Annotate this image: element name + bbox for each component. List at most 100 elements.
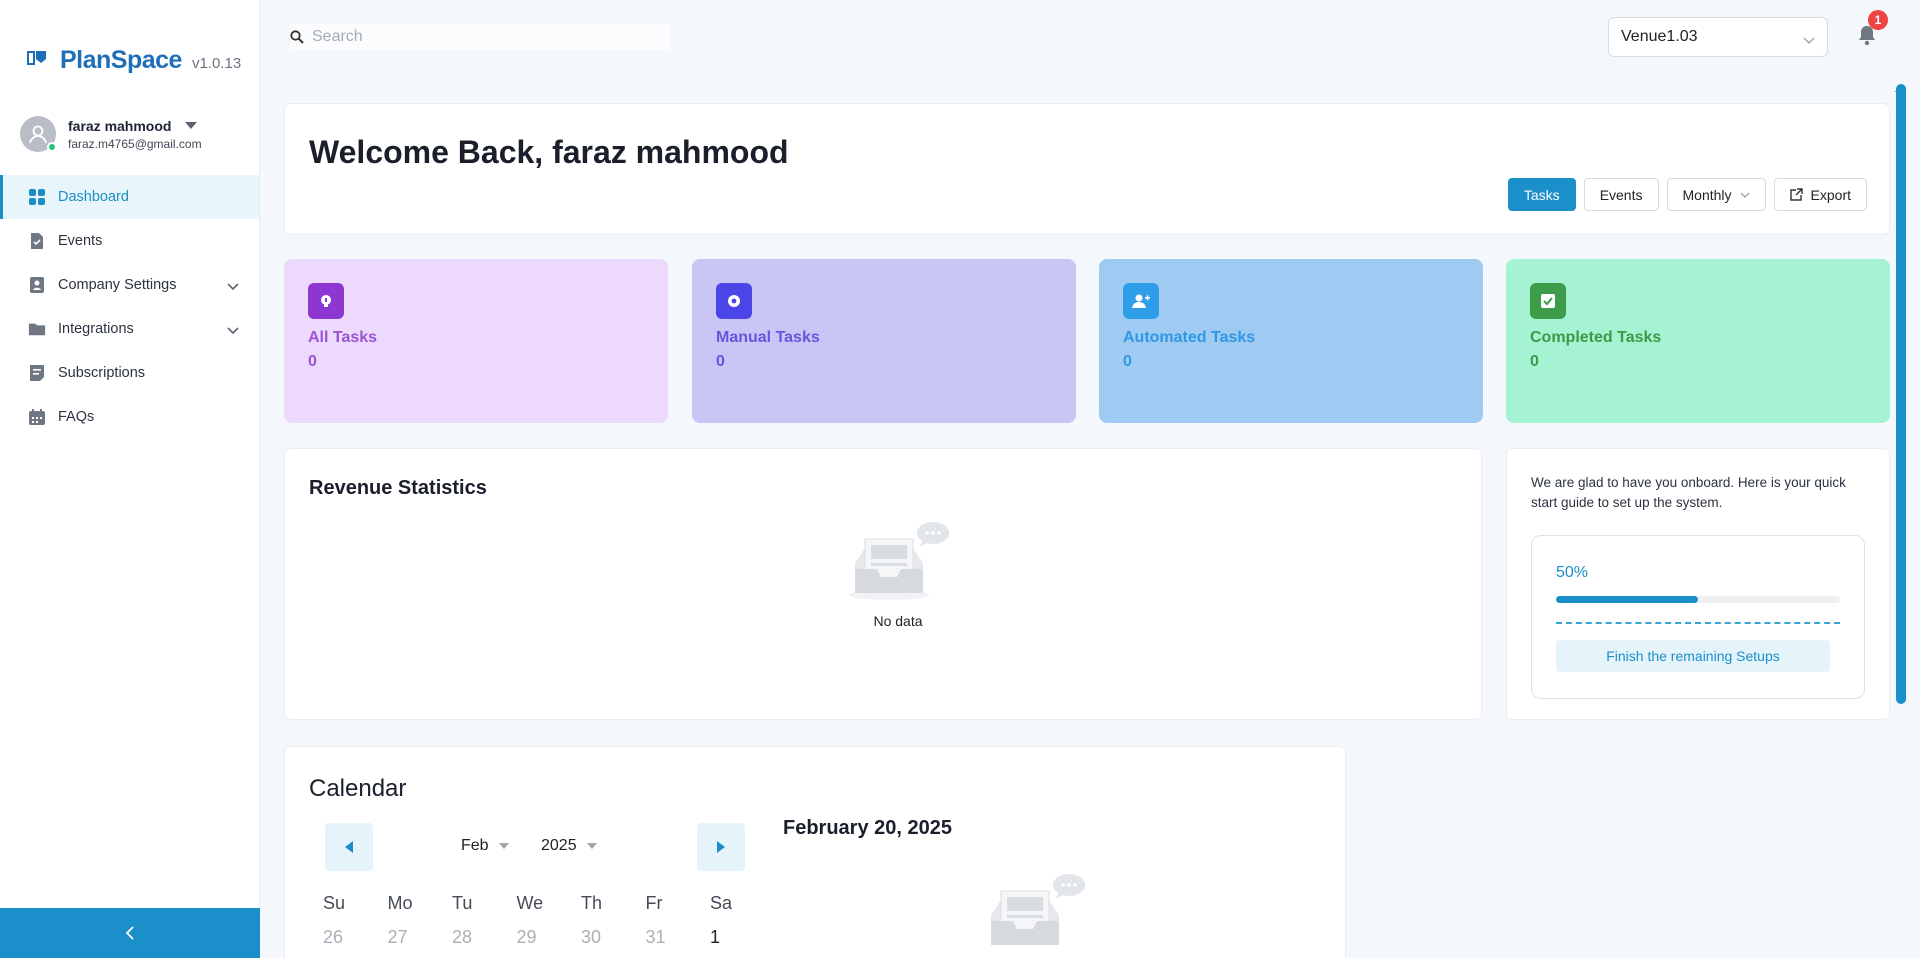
calendar-day[interactable]: 29: [517, 927, 582, 948]
revenue-title: Revenue Statistics: [309, 477, 487, 499]
empty-inbox-icon: [991, 874, 1085, 945]
calendar-day[interactable]: 26: [323, 927, 388, 948]
stat-card-completed-tasks[interactable]: Completed Tasks 0: [1506, 259, 1890, 423]
calendar-days-row: 26 27 28 29 30 31 1: [323, 927, 775, 948]
calendar-day[interactable]: 27: [388, 927, 453, 948]
chevron-down-icon[interactable]: [227, 323, 239, 339]
events-icon: [28, 232, 46, 250]
chevron-down-icon[interactable]: [227, 279, 239, 295]
weekday-label: Mo: [387, 893, 413, 913]
tasks-button[interactable]: Tasks: [1507, 178, 1576, 211]
stat-value: 0: [1123, 353, 1132, 370]
chevron-down-icon: [1803, 32, 1815, 50]
calendar-title: Calendar: [309, 775, 407, 802]
stat-label: Automated Tasks: [1123, 329, 1256, 346]
sidebar-item-label: Subscriptions: [58, 365, 146, 381]
lightbulb-icon: [308, 283, 344, 319]
export-label: Export: [1810, 186, 1851, 203]
welcome-card: Welcome Back, faraz mahmood Tasks Events…: [284, 103, 1890, 235]
avatar: [20, 116, 57, 152]
caret-down-icon: [586, 843, 597, 849]
empty-state: No data: [843, 519, 953, 629]
calendar-empty-state: [979, 871, 1089, 958]
month-value: Feb: [461, 837, 489, 854]
weekday-label: Fr: [645, 893, 663, 913]
chevron-left-icon: [125, 926, 134, 940]
selected-date: February 20, 2025: [783, 817, 952, 839]
sidebar-item-label: FAQs: [58, 409, 95, 425]
export-icon: [1789, 188, 1803, 201]
sidebar-item-label: Events: [58, 233, 103, 249]
events-button[interactable]: Events: [1583, 178, 1659, 211]
chevron-down-icon: [1740, 192, 1749, 198]
onboarding-card: We are glad to have you onboard. Here is…: [1506, 448, 1890, 720]
year-select[interactable]: 2025: [541, 837, 597, 855]
progress-bar-fill: [1556, 596, 1698, 603]
sidebar-item-label: Dashboard: [58, 189, 129, 205]
gear-icon: [716, 283, 752, 319]
finish-setups-button[interactable]: Finish the remaining Setups: [1556, 640, 1830, 672]
sidebar-item-company-settings[interactable]: Company Settings: [0, 263, 259, 307]
logo[interactable]: PlanSpace v1.0.13: [26, 46, 241, 75]
next-month-button[interactable]: [697, 823, 745, 871]
sidebar-item-dashboard[interactable]: Dashboard: [0, 175, 259, 219]
search-input[interactable]: [312, 28, 652, 46]
venue-selected-value: Venue1.03: [1621, 28, 1698, 45]
dashboard-toolbar: Tasks Events Monthly Export: [1507, 178, 1867, 211]
calendar-day[interactable]: 30: [581, 927, 646, 948]
previous-month-button[interactable]: [325, 823, 373, 871]
month-select[interactable]: Feb: [461, 837, 509, 855]
collapse-sidebar-button[interactable]: [0, 908, 260, 958]
calendar-icon: [28, 408, 46, 426]
weekday-label: We: [516, 893, 544, 913]
sidebar-item-events[interactable]: Events: [0, 219, 259, 263]
export-button[interactable]: Export: [1773, 178, 1867, 211]
stat-label: All Tasks: [308, 329, 378, 346]
revenue-statistics-card: Revenue Statistics No data: [284, 448, 1482, 720]
weekday-label: Su: [323, 893, 346, 913]
company-settings-icon: [28, 276, 46, 294]
sidebar-item-faqs[interactable]: FAQs: [0, 395, 259, 439]
weekday-label: Sa: [710, 893, 733, 913]
calendar-card: Calendar Feb 2025 Su Mo Tu We Th Fr Sa 26 27 28 2…: [284, 746, 1346, 958]
search-icon: [290, 30, 304, 44]
stat-value: 0: [716, 353, 725, 370]
checkbox-icon: [1530, 283, 1566, 319]
user-profile[interactable]: faraz mahmood faraz.m4765@gmail.com: [20, 116, 202, 152]
empty-inbox-icon: [849, 522, 949, 600]
divider: [1556, 622, 1840, 624]
calendar-day[interactable]: 1: [710, 927, 775, 948]
search-bar: [290, 24, 670, 50]
calendar-day[interactable]: 28: [452, 927, 517, 948]
stat-card-manual-tasks[interactable]: Manual Tasks 0: [692, 259, 1076, 423]
weekday-header: Su Mo Tu We Th Fr Sa: [323, 893, 775, 914]
caret-left-icon: [345, 841, 353, 853]
online-status-dot: [47, 142, 57, 152]
user-icon: [29, 125, 47, 144]
empty-text: No data: [873, 613, 923, 629]
subscriptions-icon: [28, 364, 46, 382]
brand-name: PlanSpace: [60, 46, 182, 74]
stat-value: 0: [1530, 353, 1539, 370]
venue-select[interactable]: Venue1.03: [1608, 17, 1828, 57]
app-version: v1.0.13: [191, 55, 242, 72]
progress-percent: 50%: [1556, 564, 1589, 581]
quick-start-guide: 50% Finish the remaining Setups: [1531, 535, 1865, 699]
weekday-label: Th: [581, 893, 603, 913]
scrollbar-thumb[interactable]: [1896, 84, 1906, 704]
onboarding-text: We are glad to have you onboard. Here is…: [1531, 475, 1846, 510]
sidebar-item-label: Integrations: [58, 321, 134, 337]
stat-card-all-tasks[interactable]: All Tasks 0: [284, 259, 668, 423]
sidebar-item-integrations[interactable]: Integrations: [0, 307, 259, 351]
caret-down-icon[interactable]: [185, 122, 198, 129]
caret-right-icon: [717, 841, 725, 853]
progress-bar: [1556, 596, 1840, 603]
period-select[interactable]: Monthly: [1666, 178, 1766, 211]
folder-icon: [28, 320, 46, 338]
sidebar-nav: Dashboard Events Company Settings Integr…: [0, 175, 259, 439]
sidebar-item-subscriptions[interactable]: Subscriptions: [0, 351, 259, 395]
stat-card-automated-tasks[interactable]: Automated Tasks 0: [1099, 259, 1483, 423]
stat-value: 0: [308, 353, 317, 370]
stat-label: Completed Tasks: [1530, 329, 1662, 346]
calendar-day[interactable]: 31: [646, 927, 711, 948]
